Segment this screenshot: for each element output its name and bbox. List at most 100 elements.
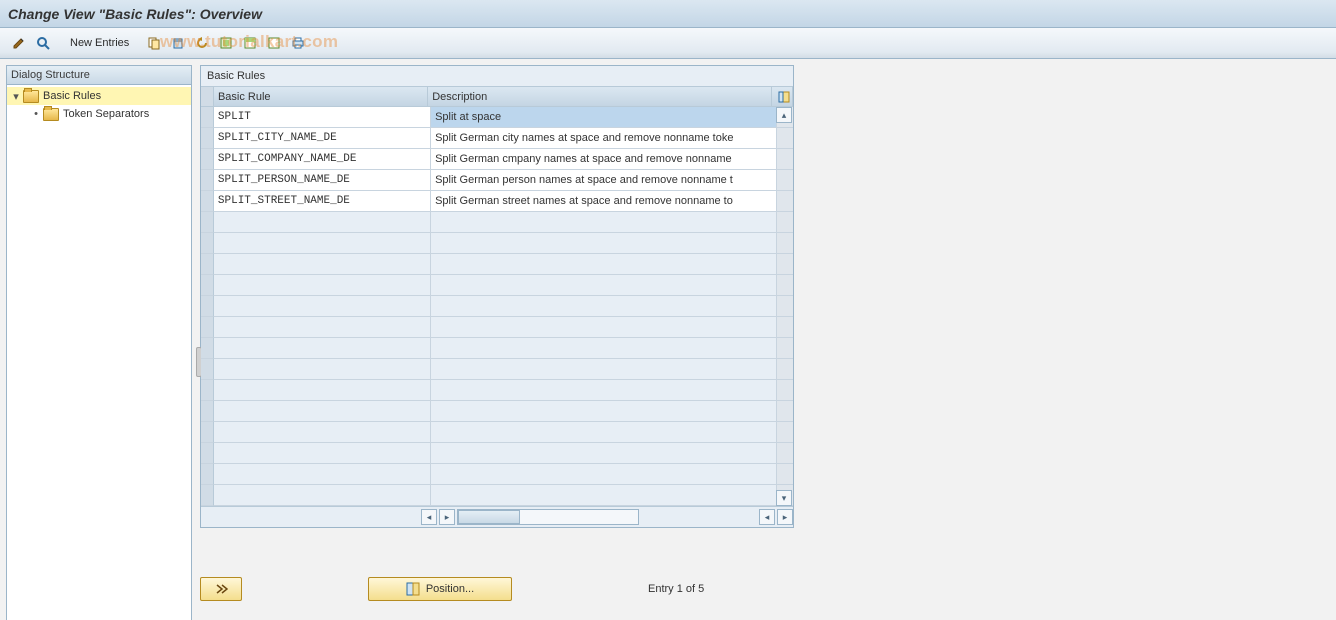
cell-description: [431, 275, 777, 296]
copy-icon[interactable]: [143, 32, 165, 54]
delete-icon[interactable]: [167, 32, 189, 54]
cell-basic-rule: [214, 380, 431, 401]
cell-description: [431, 380, 777, 401]
cell-description: [431, 338, 777, 359]
scroll-track[interactable]: [457, 509, 639, 525]
grid-header-row: Basic Rule Description: [201, 87, 793, 107]
display-icon[interactable]: [32, 32, 54, 54]
row-selector[interactable]: [201, 170, 214, 191]
column-header-basic-rule[interactable]: Basic Rule: [214, 87, 428, 107]
row-selector: [201, 359, 214, 380]
scroll-gutter: [777, 170, 793, 191]
row-selector: [201, 317, 214, 338]
cell-description: [431, 317, 777, 338]
scroll-gutter: [777, 275, 793, 296]
scroll-right-end-button[interactable]: ▸: [777, 509, 793, 525]
main-panel: Basic Rules Basic Rule Description ▴ ▾ S…: [200, 65, 1326, 620]
print-icon[interactable]: [287, 32, 309, 54]
row-selector: [201, 233, 214, 254]
cell-description[interactable]: Split German city names at space and rem…: [431, 128, 777, 149]
cell-basic-rule[interactable]: SPLIT_COMPANY_NAME_DE: [214, 149, 431, 170]
cell-description: [431, 464, 777, 485]
scroll-up-button[interactable]: ▴: [776, 107, 792, 123]
row-selector[interactable]: [201, 107, 214, 128]
table-row[interactable]: SPLIT_PERSON_NAME_DESplit German person …: [201, 170, 793, 191]
scroll-gutter: [777, 317, 793, 338]
cell-basic-rule[interactable]: SPLIT_PERSON_NAME_DE: [214, 170, 431, 191]
column-header-label: Basic Rule: [218, 91, 271, 103]
table-row: [201, 338, 793, 359]
cell-basic-rule[interactable]: SPLIT_STREET_NAME_DE: [214, 191, 431, 212]
scroll-gutter: [777, 128, 793, 149]
scroll-gutter: [777, 380, 793, 401]
scroll-gutter: [777, 401, 793, 422]
table-row: [201, 233, 793, 254]
cell-basic-rule[interactable]: SPLIT_CITY_NAME_DE: [214, 128, 431, 149]
column-header-description[interactable]: Description: [428, 87, 772, 107]
row-selector[interactable]: [201, 128, 214, 149]
leaf-bullet-icon: •: [31, 108, 41, 120]
grid-corner[interactable]: [201, 87, 214, 107]
row-selector: [201, 401, 214, 422]
table-row[interactable]: SPLIT_CITY_NAME_DESplit German city name…: [201, 128, 793, 149]
scroll-gutter: [777, 254, 793, 275]
table-row[interactable]: SPLIT_STREET_NAME_DESplit German street …: [201, 191, 793, 212]
cell-description: [431, 422, 777, 443]
table-row[interactable]: SPLIT_COMPANY_NAME_DESplit German cmpany…: [201, 149, 793, 170]
cell-basic-rule: [214, 401, 431, 422]
scroll-right-button[interactable]: ◂: [759, 509, 775, 525]
collapse-icon[interactable]: ▾: [11, 90, 21, 103]
row-selector: [201, 296, 214, 317]
grid-horizontal-scrollbar: ◂ ▸ ◂ ▸: [201, 506, 793, 527]
undo-icon[interactable]: [191, 32, 213, 54]
dialog-structure-panel: Dialog Structure ▾ Basic Rules • Token S…: [6, 65, 192, 620]
scroll-gutter: [777, 191, 793, 212]
cell-basic-rule: [214, 338, 431, 359]
scroll-left-start-button[interactable]: ◂: [421, 509, 437, 525]
cell-description[interactable]: Split German person names at space and r…: [431, 170, 777, 191]
select-all-icon[interactable]: [215, 32, 237, 54]
cell-basic-rule: [214, 485, 431, 506]
scroll-gutter: [777, 464, 793, 485]
configure-columns-icon[interactable]: [772, 87, 793, 107]
cell-basic-rule: [214, 275, 431, 296]
change-icon[interactable]: [8, 32, 30, 54]
tree-node-token-separators[interactable]: • Token Separators: [7, 105, 191, 123]
cell-description[interactable]: Split German street names at space and r…: [431, 191, 777, 212]
cell-description: [431, 233, 777, 254]
scroll-left-button[interactable]: ▸: [439, 509, 455, 525]
cell-basic-rule: [214, 359, 431, 380]
dialog-structure-header: Dialog Structure: [6, 65, 192, 85]
cell-description: [431, 485, 777, 506]
deselect-all-icon[interactable]: [263, 32, 285, 54]
scroll-gutter: [777, 422, 793, 443]
row-selector: [201, 443, 214, 464]
tree-node-basic-rules[interactable]: ▾ Basic Rules: [7, 87, 191, 105]
cell-description: [431, 296, 777, 317]
cell-basic-rule: [214, 422, 431, 443]
scroll-thumb[interactable]: [458, 510, 520, 524]
entry-status: Entry 1 of 5: [648, 583, 704, 595]
scroll-down-button[interactable]: ▾: [776, 490, 792, 506]
cell-description[interactable]: Split at space: [431, 107, 777, 128]
column-header-label: Description: [432, 91, 487, 103]
row-selector[interactable]: [201, 191, 214, 212]
application-toolbar: New Entries www.tutorialkart.com: [0, 28, 1336, 59]
expand-button[interactable]: [200, 577, 242, 601]
cell-description: [431, 401, 777, 422]
cell-basic-rule[interactable]: SPLIT: [214, 107, 431, 128]
position-button[interactable]: Position...: [368, 577, 512, 601]
new-entries-label: New Entries: [70, 37, 129, 49]
row-selector[interactable]: [201, 149, 214, 170]
table-row: [201, 212, 793, 233]
cell-description[interactable]: Split German cmpany names at space and r…: [431, 149, 777, 170]
select-block-icon[interactable]: [239, 32, 261, 54]
cell-description: [431, 359, 777, 380]
dialog-structure-tree: ▾ Basic Rules • Token Separators: [6, 85, 192, 620]
window-title: Change View "Basic Rules": Overview: [8, 6, 262, 22]
grid-body: ▴ ▾ SPLITSplit at spaceSPLIT_CITY_NAME_D…: [201, 107, 793, 506]
new-entries-button[interactable]: New Entries: [62, 33, 137, 53]
row-selector: [201, 485, 214, 506]
table-row[interactable]: SPLITSplit at space: [201, 107, 793, 128]
cell-description: [431, 212, 777, 233]
